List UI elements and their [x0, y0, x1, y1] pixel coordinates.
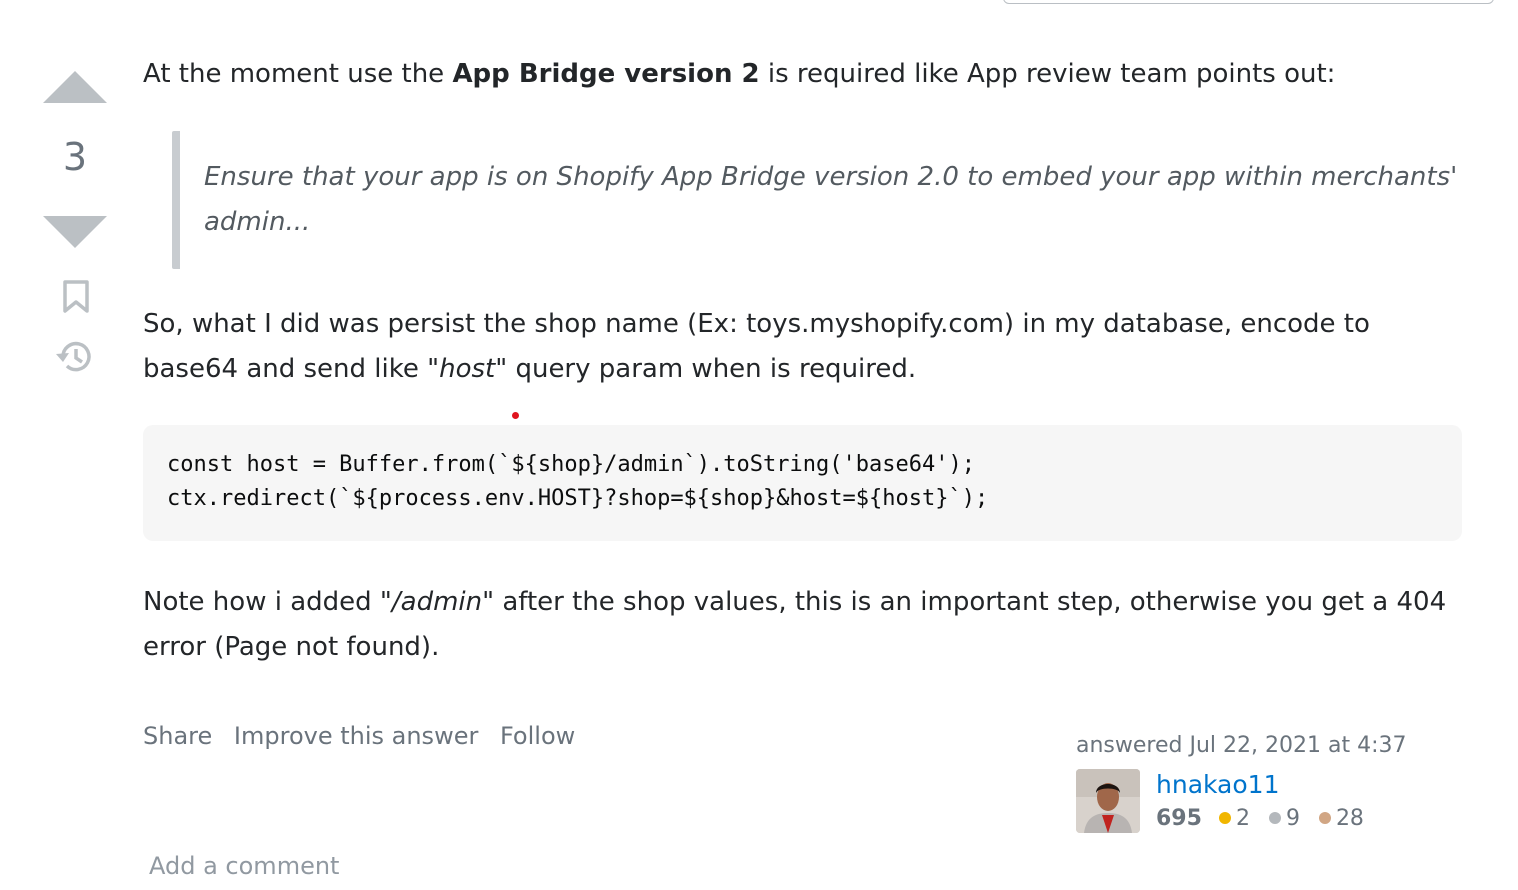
- answered-timestamp: answered Jul 22, 2021 at 4:37: [1076, 733, 1407, 758]
- history-icon[interactable]: [54, 338, 94, 376]
- user-name-link[interactable]: hnakao11: [1156, 770, 1279, 799]
- upvote-icon[interactable]: [43, 71, 107, 103]
- gold-badge-count: 2: [1235, 806, 1250, 831]
- quote-text: Ensure that your app is on Shopify App B…: [204, 162, 1458, 237]
- share-link[interactable]: Share: [143, 722, 212, 750]
- bronze-badge-count: 28: [1335, 806, 1364, 831]
- bookmark-icon[interactable]: [62, 280, 90, 314]
- code-line: const host = Buffer.from(`${shop}/admin`…: [167, 452, 975, 477]
- bold-text: App Bridge version 2: [452, 59, 760, 89]
- post-menu: Share Improve this answer Follow: [143, 722, 589, 750]
- answer-paragraph-3: Note how i added "/admin" after the shop…: [143, 587, 1447, 662]
- avatar[interactable]: [1076, 769, 1140, 833]
- reputation: 695 2 9 28: [1156, 806, 1376, 831]
- code-line: ctx.redirect(`${process.env.HOST}?shop=$…: [167, 486, 989, 511]
- downvote-icon[interactable]: [43, 216, 107, 248]
- user-card: answered Jul 22, 2021 at 4:37 hnakao11 6…: [1076, 730, 1476, 833]
- follow-link[interactable]: Follow: [500, 722, 575, 750]
- add-comment-link[interactable]: Add a comment: [149, 852, 339, 880]
- improve-answer-link[interactable]: Improve this answer: [234, 722, 478, 750]
- search-input[interactable]: [1003, 0, 1494, 4]
- reputation-score: 695: [1156, 806, 1202, 831]
- gold-badge-icon: [1218, 812, 1231, 824]
- silver-badge-icon: [1268, 812, 1281, 824]
- vote-count: 3: [62, 135, 88, 179]
- answer-paragraph-2: So, what I did was persist the shop name…: [143, 309, 1370, 384]
- blockquote: Ensure that your app is on Shopify App B…: [172, 131, 1494, 269]
- silver-badge-count: 9: [1285, 806, 1300, 831]
- answer-paragraph-1: At the moment use the App Bridge version…: [143, 59, 1336, 89]
- code-block: const host = Buffer.from(`${shop}/admin`…: [143, 425, 1462, 541]
- cursor-dot: [512, 412, 519, 419]
- bronze-badge-icon: [1318, 812, 1331, 824]
